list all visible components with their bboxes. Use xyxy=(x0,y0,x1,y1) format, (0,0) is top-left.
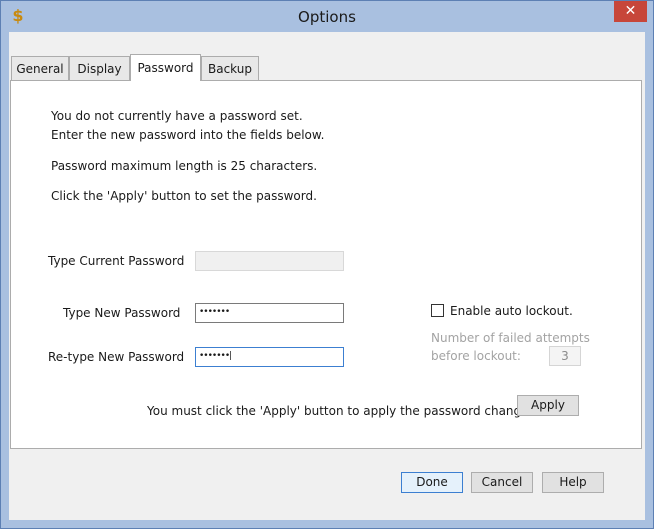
current-password-label: Type Current Password xyxy=(48,254,185,268)
info-line-1: You do not currently have a password set… xyxy=(51,109,303,123)
apply-button[interactable]: Apply xyxy=(517,395,579,416)
auto-lockout-checkbox[interactable] xyxy=(431,304,444,317)
dialog-client-area: General Display Password Backup You do n… xyxy=(9,32,645,520)
retype-password-input[interactable]: •••••••| xyxy=(195,347,344,367)
tab-display[interactable]: Display xyxy=(69,56,130,80)
password-panel: You do not currently have a password set… xyxy=(10,80,642,449)
auto-lockout-label: Enable auto lockout. xyxy=(450,304,573,318)
title-bar: $ Options ✕ xyxy=(1,1,653,32)
failed-attempts-spinner[interactable]: 3 xyxy=(549,346,581,366)
retype-password-label: Re-type New Password xyxy=(48,350,185,364)
done-button[interactable]: Done xyxy=(401,472,463,493)
cancel-button[interactable]: Cancel xyxy=(471,472,533,493)
info-line-4: Click the 'Apply' button to set the pass… xyxy=(51,189,317,203)
window-title: Options xyxy=(298,8,356,26)
tab-password[interactable]: Password xyxy=(130,54,201,81)
current-password-input[interactable] xyxy=(195,251,344,271)
help-button[interactable]: Help xyxy=(542,472,604,493)
close-button[interactable]: ✕ xyxy=(614,1,647,22)
tab-general[interactable]: General xyxy=(11,56,69,80)
new-password-label: Type New Password xyxy=(63,306,181,320)
tab-backup[interactable]: Backup xyxy=(201,56,259,80)
options-window: $ Options ✕ General Display Password Bac… xyxy=(0,0,654,529)
new-password-input[interactable]: ••••••• xyxy=(195,303,344,323)
apply-note: You must click the 'Apply' button to app… xyxy=(147,404,539,418)
info-line-2: Enter the new password into the fields b… xyxy=(51,128,325,142)
before-lockout-label: before lockout: xyxy=(431,349,521,363)
info-line-3: Password maximum length is 25 characters… xyxy=(51,159,318,173)
failed-attempts-label: Number of failed attempts xyxy=(431,331,590,345)
